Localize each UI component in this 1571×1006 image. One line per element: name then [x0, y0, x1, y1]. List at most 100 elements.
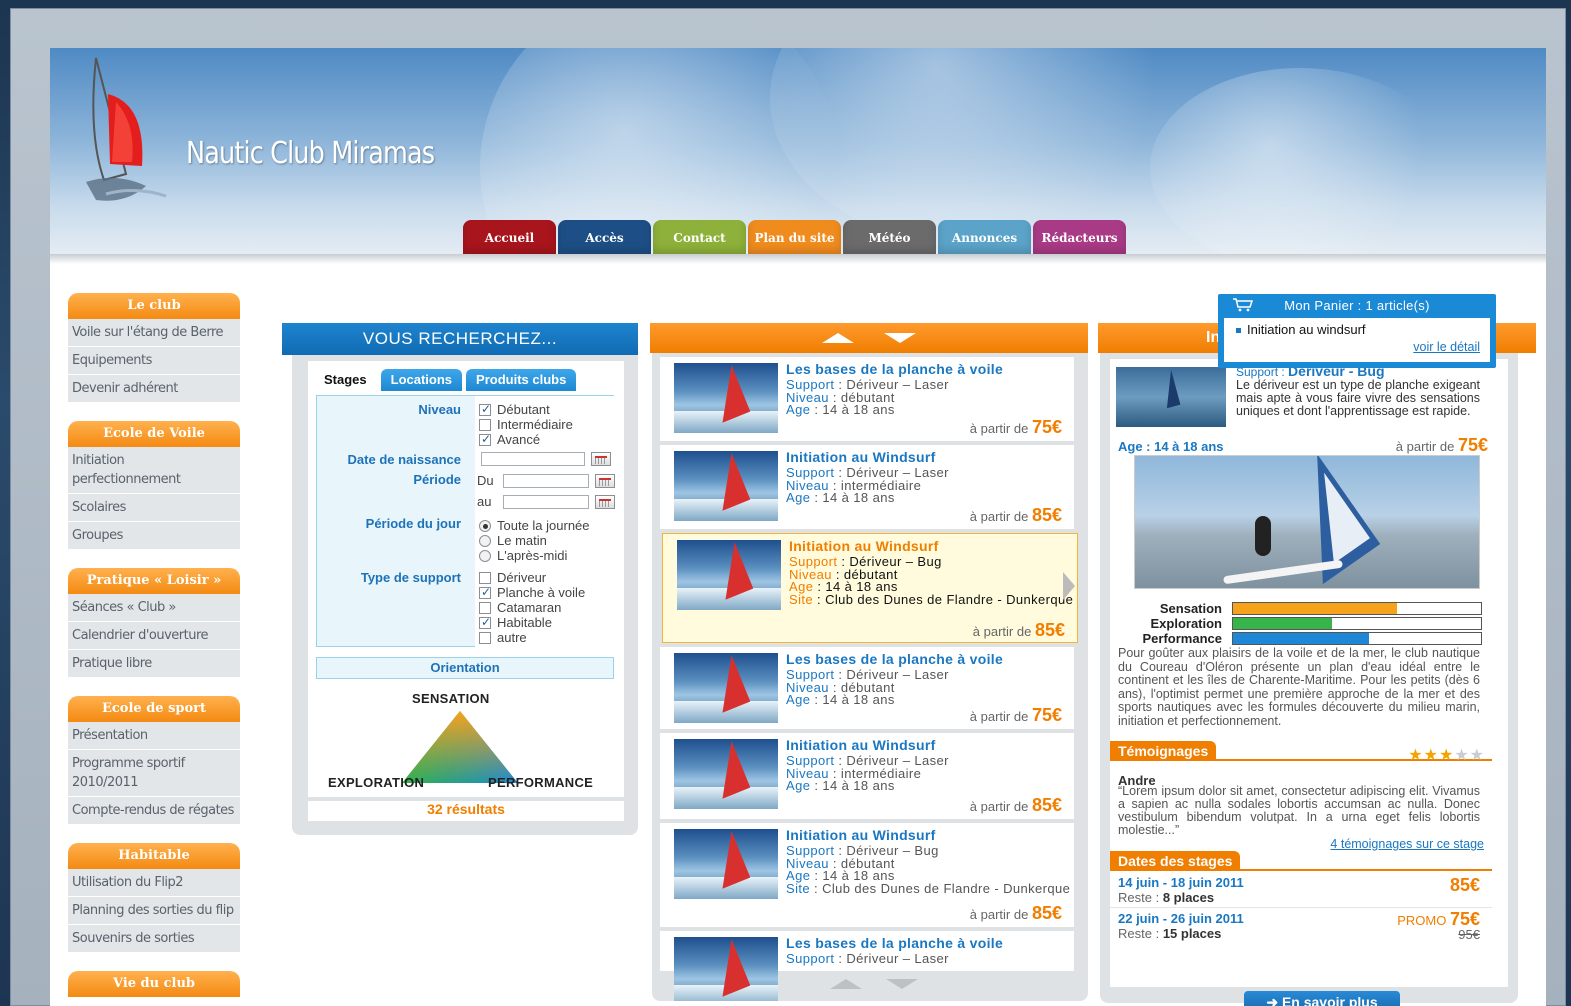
support-option-autre[interactable]: autre	[479, 630, 527, 645]
sidebar-item[interactable]: Séances « Club »	[68, 594, 240, 622]
periode-jour-option-matin[interactable]: Le matin	[479, 533, 547, 548]
sidebar-item[interactable]: Compte-rendus de régates	[68, 797, 240, 825]
list-item[interactable]: Les bases de la planche à voile Support :…	[660, 647, 1074, 729]
list-item[interactable]: Initiation au Windsurf Support : Dériveur…	[660, 733, 1074, 819]
list-item[interactable]: Les bases de la planche à voile Support :…	[660, 931, 1074, 1001]
radio[interactable]	[479, 519, 491, 532]
sidebar-item[interactable]: Souvenirs de sorties	[68, 925, 240, 953]
en-savoir-plus-button[interactable]: ➜ En savoir plus	[1244, 991, 1400, 1006]
sidebar-item[interactable]: Groupes	[68, 522, 240, 550]
stage-thumbnail[interactable]	[674, 363, 778, 433]
calendar-icon[interactable]	[591, 452, 611, 466]
stage-thumbnail[interactable]	[674, 653, 778, 723]
sidebar-item[interactable]: Pratique libre	[68, 650, 240, 678]
periode-du-input[interactable]	[503, 473, 589, 488]
sidebar-item[interactable]: Scolaires	[68, 494, 240, 522]
support-option-habitable[interactable]: Habitable	[479, 615, 552, 630]
scroll-down-icon[interactable]	[886, 979, 918, 989]
radio[interactable]	[479, 534, 491, 547]
tab-stages[interactable]: Stages	[314, 369, 377, 391]
support-option-catamaran[interactable]: Catamaran	[479, 600, 561, 615]
site-title[interactable]: Nautic Club Miramas	[186, 136, 435, 171]
date-row[interactable]: 14 juin - 18 juin 2011 Reste : 8 places …	[1118, 875, 1480, 905]
checkbox[interactable]	[479, 432, 491, 446]
nav-tab[interactable]: Plan du site	[748, 220, 841, 256]
sidebar-item[interactable]: Planning des sorties du flip	[68, 897, 240, 925]
stage-title[interactable]: Initiation au Windsurf	[786, 737, 936, 753]
calendar-icon[interactable]	[595, 494, 615, 509]
sidebar-section-title[interactable]: Ecole de sport	[68, 696, 240, 722]
checkbox[interactable]	[479, 571, 491, 584]
cart-widget[interactable]: Mon Panier : 1 article(s) Initiation au …	[1218, 294, 1496, 368]
sidebar-item[interactable]: Voile sur l'étang de Berre	[68, 319, 240, 347]
nav-tab[interactable]: Rédacteurs	[1033, 220, 1126, 256]
sidebar-item[interactable]: Initiation perfectionnement	[68, 447, 240, 494]
stage-thumbnail[interactable]	[677, 540, 781, 610]
stage-title[interactable]: Les bases de la planche à voile	[786, 935, 1003, 951]
periode-au-input[interactable]	[503, 494, 589, 509]
nav-tab[interactable]: Accès	[558, 220, 651, 256]
birthdate-input[interactable]	[481, 452, 585, 466]
stage-title[interactable]: Les bases de la planche à voile	[786, 651, 1003, 667]
checkbox[interactable]	[479, 631, 491, 644]
nav-tab[interactable]: Météo	[843, 220, 936, 256]
sidebar-section-title[interactable]: Pratique « Loisir »	[68, 568, 240, 594]
sailboat-logo-icon[interactable]	[86, 54, 176, 214]
stage-thumbnail[interactable]	[674, 451, 778, 521]
list-item[interactable]: Initiation au Windsurf Support : Dériveur…	[660, 823, 1074, 927]
niveau-option-intermediaire[interactable]: Intermédiaire	[479, 417, 573, 432]
tab-locations[interactable]: Locations	[380, 369, 463, 391]
date-naissance-field[interactable]	[481, 452, 611, 466]
sidebar-item[interactable]: Equipements	[68, 347, 240, 375]
periode-jour-option-journee[interactable]: Toute la journée	[479, 518, 590, 533]
stage-title[interactable]: Initiation au Windsurf	[786, 827, 936, 843]
sidebar-section-title[interactable]: Ecole de Voile	[68, 421, 240, 447]
sidebar-section-title[interactable]: Le club	[68, 293, 240, 319]
sidebar-item[interactable]: Devenir adhérent	[68, 375, 240, 403]
support-option-planche[interactable]: Planche à voile	[479, 585, 585, 600]
checkbox[interactable]	[479, 418, 491, 431]
nav-tab[interactable]: Accueil	[463, 220, 556, 256]
checkbox[interactable]	[479, 402, 491, 416]
periode-jour-option-apres-midi[interactable]: L'après-midi	[479, 548, 567, 563]
list-item[interactable]: Initiation au Windsurf Support : Dériveur…	[660, 445, 1074, 529]
periode-du-field[interactable]: Du	[477, 473, 615, 488]
scroll-down-icon[interactable]	[884, 333, 916, 343]
detail-photo[interactable]	[1134, 455, 1480, 589]
scroll-up-icon[interactable]	[822, 333, 854, 343]
nav-tab[interactable]: Annonces	[938, 220, 1031, 256]
stage-title[interactable]: Les bases de la planche à voile	[786, 361, 1003, 377]
sidebar-item[interactable]: Calendrier d'ouverture	[68, 622, 240, 650]
cart-detail-link[interactable]: voir le détail	[1413, 340, 1480, 354]
stage-title[interactable]: Initiation au Windsurf	[789, 538, 939, 554]
stage-thumbnail[interactable]	[674, 829, 778, 899]
scroll-up-icon[interactable]	[830, 979, 862, 989]
checkbox[interactable]	[479, 615, 491, 629]
sidebar-section-title[interactable]: Habitable	[68, 843, 240, 869]
niveau-option-avance[interactable]: Avancé	[479, 432, 540, 447]
tab-produits-clubs[interactable]: Produits clubs	[466, 369, 577, 391]
sidebar-section-title[interactable]: Vie du club	[68, 971, 240, 997]
cart-item[interactable]: Initiation au windsurf	[1236, 322, 1366, 337]
testimonials-link[interactable]: 4 témoignages sur ce stage	[1330, 837, 1484, 851]
date-row[interactable]: 22 juin - 26 juin 2011 Reste : 15 places…	[1118, 909, 1480, 942]
sidebar-item[interactable]: Présentation	[68, 722, 240, 750]
checkbox[interactable]	[479, 601, 491, 614]
orientation-triangle-icon[interactable]	[400, 709, 520, 785]
periode-au-field[interactable]: au	[477, 494, 615, 509]
nav-tab[interactable]: Contact	[653, 220, 746, 256]
radio[interactable]	[479, 549, 491, 562]
niveau-option-debutant[interactable]: Débutant	[479, 402, 550, 417]
stage-thumbnail[interactable]	[674, 937, 778, 1001]
checkbox[interactable]	[479, 585, 491, 599]
chevron-right-icon[interactable]	[1063, 572, 1075, 600]
stage-title[interactable]: Initiation au Windsurf	[786, 449, 936, 465]
list-item[interactable]: Les bases de la planche à voile Support :…	[660, 357, 1074, 441]
list-item[interactable]: Initiation au Windsurf Support : Dériveur…	[662, 533, 1078, 643]
support-option-deriveur[interactable]: Dériveur	[479, 570, 546, 585]
detail-thumbnail[interactable]	[1116, 367, 1226, 427]
sidebar-item[interactable]: Utilisation du Flip2	[68, 869, 240, 897]
calendar-icon[interactable]	[595, 473, 615, 488]
orientation-header[interactable]: Orientation	[316, 657, 614, 679]
sidebar-item[interactable]: Programme sportif 2010/2011	[68, 750, 240, 797]
